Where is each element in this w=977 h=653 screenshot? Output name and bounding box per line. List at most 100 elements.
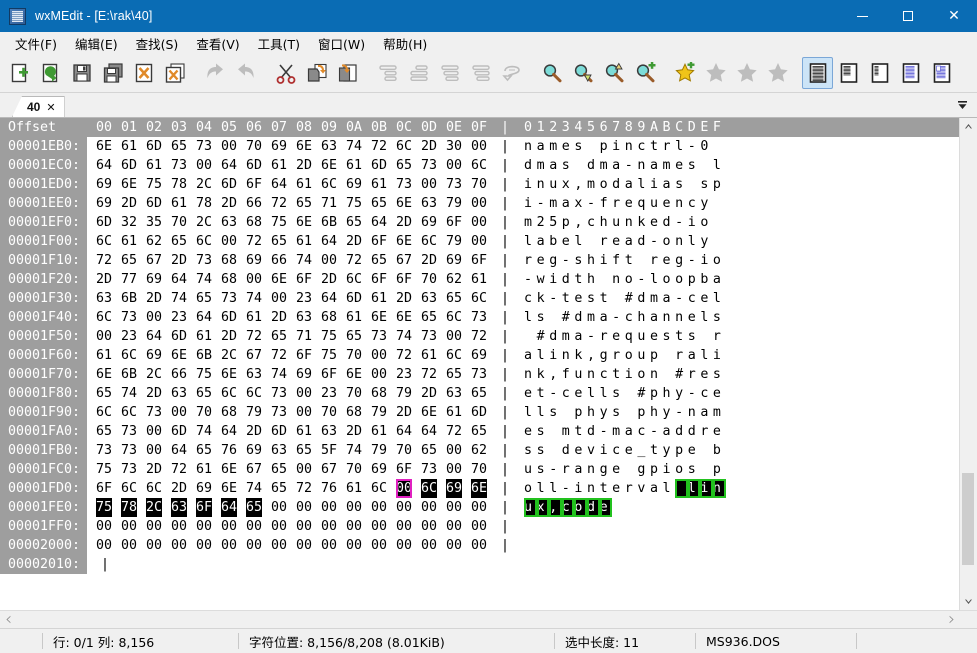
ascii-char[interactable]: - xyxy=(524,270,537,289)
ascii-char[interactable]: n xyxy=(688,403,701,422)
hex-byte[interactable]: 00 xyxy=(446,441,471,460)
ascii-char[interactable]: t xyxy=(537,384,550,403)
hex-byte[interactable]: 6E xyxy=(471,479,496,498)
hex-byte[interactable]: 00 xyxy=(96,536,121,555)
hex-byte[interactable]: 73 xyxy=(121,460,146,479)
hex-byte[interactable]: 30 xyxy=(446,137,471,156)
hex-row-bytes[interactable]: 6D 32 35 70 2C 63 68 75 6E 6B 65 64 2D 69 6F 00 xyxy=(87,213,496,232)
hex-byte[interactable]: 73 xyxy=(121,422,146,441)
hex-byte[interactable]: 00 xyxy=(421,175,446,194)
hex-row-bytes[interactable]: 00 23 64 6D 61 2D 72 65 71 75 65 73 74 73 00 72 xyxy=(87,327,496,346)
hex-byte[interactable]: 79 xyxy=(371,441,396,460)
hex-byte[interactable]: 6E xyxy=(346,365,371,384)
ascii-char[interactable]: u xyxy=(650,194,663,213)
hex-byte[interactable]: 6E xyxy=(96,365,121,384)
hex-row-bytes[interactable]: 6E 6B 2C 66 75 6E 63 74 69 6F 6E 00 23 72 65 73 xyxy=(87,365,496,384)
hex-byte[interactable]: 64 xyxy=(271,175,296,194)
hex-row-bytes[interactable]: 69 2D 6D 61 78 2D 66 72 65 71 75 65 6E 63 79 00 xyxy=(87,194,496,213)
hex-byte[interactable]: 6C xyxy=(196,232,221,251)
ascii-char[interactable]: u xyxy=(637,346,650,365)
ascii-char[interactable]: - xyxy=(549,289,562,308)
hex-byte[interactable]: 23 xyxy=(321,384,346,403)
ascii-char[interactable]: s xyxy=(688,460,701,479)
ascii-char[interactable] xyxy=(600,270,613,289)
hex-byte[interactable]: 69 xyxy=(246,251,271,270)
ascii-char[interactable]: l xyxy=(663,479,676,498)
hex-byte[interactable]: 00 xyxy=(246,536,271,555)
hex-byte[interactable]: 61 xyxy=(371,422,396,441)
hex-row-bytes[interactable]: 2D 77 69 64 74 68 00 6E 6F 2D 6C 6F 6F 70 62 61 xyxy=(87,270,496,289)
menu-tools[interactable]: 工具(T) xyxy=(249,32,309,55)
hex-row[interactable]: 00001FB0: 73 73 00 64 65 76 69 63 65 5F 74 79 70 65 00 6… xyxy=(0,441,959,460)
hex-byte[interactable]: 00 xyxy=(371,346,396,365)
ascii-char[interactable] xyxy=(625,384,638,403)
hex-byte[interactable]: 70 xyxy=(421,270,446,289)
ascii-char[interactable]: m xyxy=(537,156,550,175)
ascii-char[interactable]: d xyxy=(524,156,537,175)
ascii-char[interactable]: o xyxy=(625,346,638,365)
hex-byte[interactable]: 61 xyxy=(471,270,496,289)
ascii-char[interactable]: a xyxy=(663,422,676,441)
hex-byte[interactable]: 72 xyxy=(296,479,321,498)
hex-byte[interactable]: 61 xyxy=(146,156,171,175)
tab-close-icon[interactable]: ✕ xyxy=(46,101,55,114)
hex-row-bytes[interactable]: 63 6B 2D 74 65 73 74 00 23 64 6D 61 2D 63 65 6C xyxy=(87,289,496,308)
hex-byte[interactable]: 00 xyxy=(146,536,171,555)
ascii-char[interactable]: f xyxy=(562,365,575,384)
ascii-char[interactable]: q xyxy=(637,194,650,213)
hex-byte[interactable]: 6E xyxy=(121,175,146,194)
hex-byte[interactable]: 6E xyxy=(396,308,421,327)
hex-byte[interactable]: 61 xyxy=(296,175,321,194)
ascii-char[interactable]: b xyxy=(713,441,726,460)
hex-byte[interactable]: 68 xyxy=(346,403,371,422)
hex-byte[interactable]: 2D xyxy=(271,308,296,327)
ascii-char[interactable]: o xyxy=(675,460,688,479)
hex-byte[interactable]: 72 xyxy=(396,346,421,365)
ascii-char[interactable]: p xyxy=(713,460,726,479)
ascii-char[interactable]: t xyxy=(675,327,688,346)
ascii-char[interactable]: m xyxy=(587,175,600,194)
menu-help[interactable]: 帮助(H) xyxy=(374,32,436,55)
menu-view[interactable]: 查看(V) xyxy=(187,32,248,55)
hex-row-ascii[interactable]: reg-shift reg-io xyxy=(515,251,726,270)
hex-byte[interactable]: 23 xyxy=(396,365,421,384)
ascii-char[interactable]: y xyxy=(700,194,713,213)
hex-byte[interactable]: 00 xyxy=(396,498,421,517)
hex-byte[interactable]: 00 xyxy=(346,536,371,555)
hex-byte[interactable]: 65 xyxy=(346,213,371,232)
hex-byte[interactable]: 2D xyxy=(296,156,321,175)
hex-row-bytes[interactable]: 6C 73 00 23 64 6D 61 2D 63 68 61 6E 6E 65 6C 73 xyxy=(87,308,496,327)
hex-byte[interactable]: 61 xyxy=(371,289,396,308)
ascii-char[interactable]: k xyxy=(537,289,550,308)
ascii-char[interactable]: s xyxy=(612,384,625,403)
ascii-char[interactable]: h xyxy=(650,403,663,422)
hex-byte[interactable]: 6F xyxy=(396,270,421,289)
hex-byte[interactable]: 23 xyxy=(121,327,146,346)
ascii-char[interactable] xyxy=(549,441,562,460)
ascii-char[interactable]: d xyxy=(587,422,600,441)
hex-byte[interactable]: 68 xyxy=(246,213,271,232)
ascii-char[interactable]: s xyxy=(688,156,701,175)
ascii-char[interactable]: x xyxy=(562,175,575,194)
hex-byte[interactable]: 00 xyxy=(471,194,496,213)
hex-row[interactable]: 00001F50: 00 23 64 6D 61 2D 72 65 71 75 65 73 74 73 00 7… xyxy=(0,327,959,346)
hex-byte[interactable]: 72 xyxy=(471,327,496,346)
hex-byte[interactable]: 70 xyxy=(396,441,421,460)
hex-byte[interactable]: 74 xyxy=(171,289,196,308)
hex-byte[interactable]: 6C xyxy=(471,156,496,175)
ascii-char[interactable]: t xyxy=(600,479,613,498)
hex-byte[interactable]: 00 xyxy=(396,479,421,498)
hex-editor-pane[interactable]: Offset 00 01 02 03 04 05 06 07 08 09 0A 0B 0C 0D 0E 0F | 0… xyxy=(0,118,959,610)
hex-byte[interactable]: 61 xyxy=(421,346,446,365)
ascii-char[interactable]: e xyxy=(688,441,701,460)
hex-byte[interactable]: 65 xyxy=(371,194,396,213)
ascii-char[interactable]: r xyxy=(524,251,537,270)
ascii-char[interactable]: s xyxy=(549,403,562,422)
hex-byte[interactable]: 65 xyxy=(271,479,296,498)
hex-byte[interactable]: 6D xyxy=(221,175,246,194)
hex-row-bytes[interactable]: 72 65 67 2D 73 68 69 66 74 00 72 65 67 2D 69 6F xyxy=(87,251,496,270)
ascii-char[interactable]: _ xyxy=(637,441,650,460)
vertical-scroll-track[interactable] xyxy=(960,135,977,593)
hex-row-bytes[interactable]: 65 73 00 6D 74 64 2D 6D 61 63 2D 61 64 64 72 65 xyxy=(87,422,496,441)
ascii-char[interactable]: u xyxy=(549,175,562,194)
